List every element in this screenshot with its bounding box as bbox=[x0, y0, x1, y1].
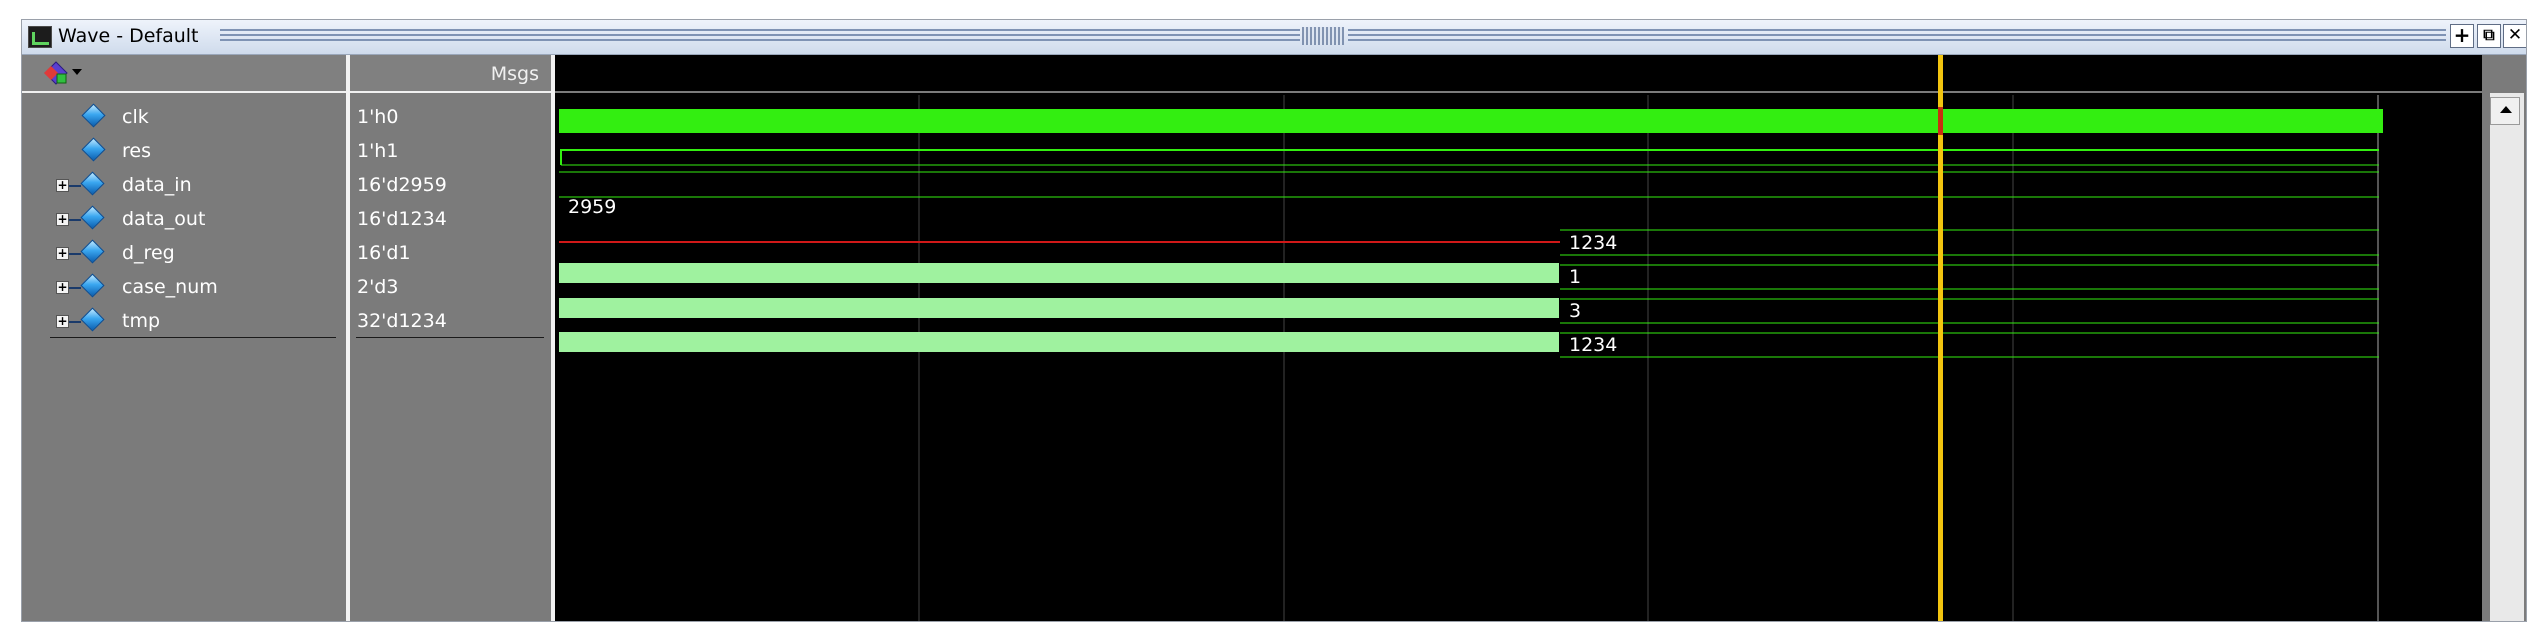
signal-value: 1'h0 bbox=[357, 106, 399, 128]
waveform-pane[interactable]: 2959 1234 1 3 1234 bbox=[555, 55, 2482, 622]
tmp-wave-before bbox=[559, 332, 1559, 352]
signal-value: 2'd3 bbox=[357, 276, 399, 298]
signal-value: 16'd1 bbox=[357, 242, 411, 264]
wave-window: Wave - Default + ⧉ ✕ clk res + data_in +… bbox=[21, 19, 2527, 622]
signal-row-data-out[interactable]: + data_out bbox=[22, 203, 346, 237]
case-num-wave-before bbox=[559, 298, 1559, 318]
expand-plus-icon[interactable]: + bbox=[56, 247, 69, 260]
wave-signal-diamond-icon bbox=[80, 273, 105, 298]
signal-name: case_num bbox=[122, 276, 218, 298]
tree-connector bbox=[69, 287, 81, 289]
wave-signal-diamond-icon bbox=[80, 239, 105, 264]
scrollbar-track[interactable] bbox=[2490, 93, 2524, 621]
names-header bbox=[22, 55, 346, 93]
close-button[interactable]: ✕ bbox=[2503, 24, 2526, 48]
tree-connector bbox=[69, 321, 81, 323]
tree-connector bbox=[69, 185, 81, 187]
signal-name: clk bbox=[122, 106, 149, 128]
waveform-canvas[interactable] bbox=[555, 55, 2482, 622]
signal-names-pane: clk res + data_in + data_out + d_reg + c… bbox=[22, 55, 346, 621]
tmp-value-label: 1234 bbox=[1569, 334, 1618, 356]
window-titlebar[interactable]: Wave - Default + ⧉ ✕ bbox=[22, 20, 2526, 55]
add-button[interactable]: + bbox=[2450, 24, 2474, 48]
signal-values-pane: Msgs 1'h0 1'h1 16'd2959 16'd1234 16'd1 2… bbox=[350, 55, 551, 621]
expand-plus-icon[interactable]: + bbox=[56, 213, 69, 226]
row-divider bbox=[356, 337, 544, 338]
signal-value: 32'd1234 bbox=[357, 310, 447, 332]
titlebar-grip-left bbox=[220, 29, 1300, 43]
d-reg-value-label: 1 bbox=[1569, 266, 1582, 288]
time-cursor bbox=[1938, 55, 1943, 621]
window-title: Wave - Default bbox=[58, 25, 199, 47]
titlebar-grip-right bbox=[1348, 29, 2446, 43]
signal-name: data_in bbox=[122, 174, 192, 196]
signal-row-data-in[interactable]: + data_in bbox=[22, 169, 346, 203]
d-reg-wave-before bbox=[559, 263, 1559, 283]
clk-wave bbox=[559, 109, 2383, 133]
signal-row-d-reg[interactable]: + d_reg bbox=[22, 237, 346, 271]
signal-value: 1'h1 bbox=[357, 140, 399, 162]
signal-row-tmp[interactable]: + tmp bbox=[22, 305, 346, 339]
res-wave bbox=[560, 149, 2379, 165]
undock-button[interactable]: ⧉ bbox=[2477, 24, 2501, 48]
wave-signal-diamond-icon bbox=[80, 205, 105, 230]
values-header: Msgs bbox=[350, 55, 551, 93]
wave-signal-diamond-icon bbox=[80, 307, 105, 332]
wave-signal-diamond-icon bbox=[81, 137, 106, 162]
msgs-header: Msgs bbox=[490, 63, 539, 85]
signal-row-case-num[interactable]: + case_num bbox=[22, 271, 346, 305]
time-cursor-clk-mark bbox=[1938, 107, 1943, 135]
signal-row-res[interactable]: res bbox=[22, 135, 346, 169]
tree-connector bbox=[69, 219, 81, 221]
chevron-down-icon[interactable] bbox=[72, 69, 82, 75]
data-out-value-label: 1234 bbox=[1569, 232, 1618, 254]
expand-plus-icon[interactable]: + bbox=[56, 179, 69, 192]
row-divider bbox=[50, 337, 336, 338]
wave-tool-icon[interactable] bbox=[44, 61, 68, 85]
wave-signal-diamond-icon bbox=[81, 103, 106, 128]
data-in-value-label: 2959 bbox=[568, 196, 617, 218]
expand-plus-icon[interactable]: + bbox=[56, 281, 69, 294]
signal-row-clk[interactable]: clk bbox=[22, 101, 346, 135]
signal-value: 16'd2959 bbox=[357, 174, 447, 196]
expand-plus-icon[interactable]: + bbox=[56, 315, 69, 328]
case-num-value-label: 3 bbox=[1569, 300, 1582, 322]
signal-value: 16'd1234 bbox=[357, 208, 447, 230]
signal-name: res bbox=[122, 140, 151, 162]
signal-name: tmp bbox=[122, 310, 161, 332]
signal-name: data_out bbox=[122, 208, 206, 230]
wave-signal-diamond-icon bbox=[80, 171, 105, 196]
window-app-icon bbox=[28, 26, 52, 48]
titlebar-drag-handle[interactable] bbox=[1302, 27, 1344, 45]
signal-name: d_reg bbox=[122, 242, 175, 264]
tree-connector bbox=[69, 253, 81, 255]
scroll-up-arrow-icon[interactable] bbox=[2490, 97, 2520, 125]
vertical-scrollbar[interactable] bbox=[2486, 55, 2526, 621]
